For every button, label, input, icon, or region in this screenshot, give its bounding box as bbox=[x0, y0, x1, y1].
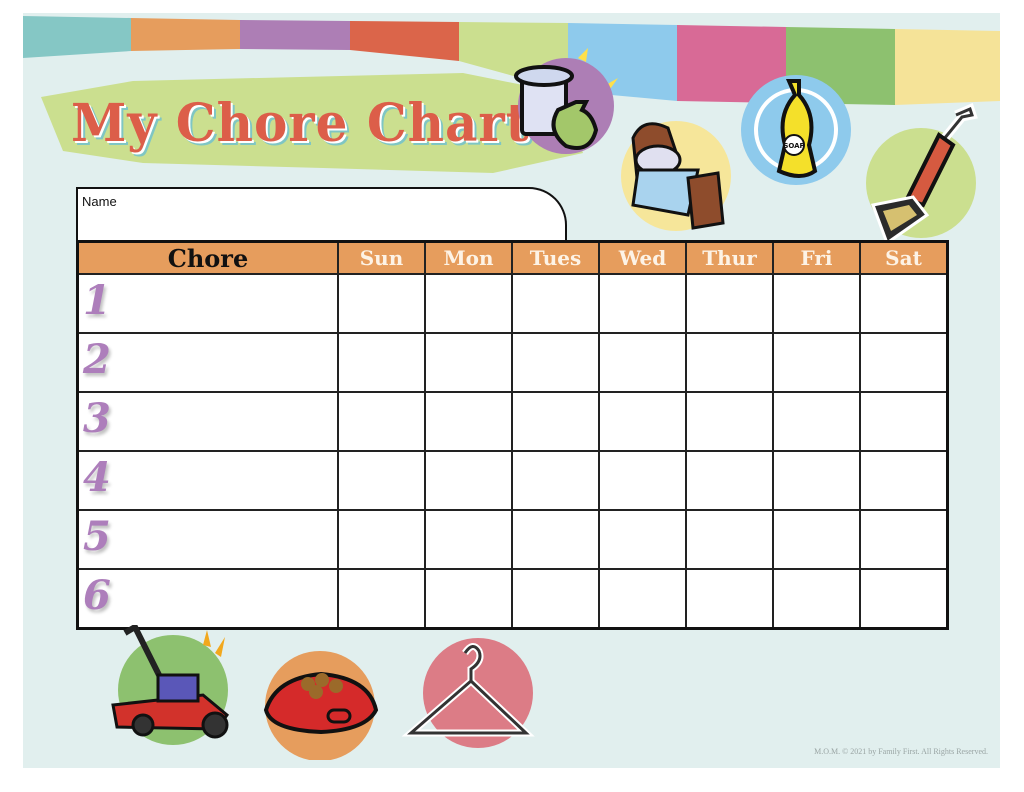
day-header-mon: Mon bbox=[424, 240, 513, 275]
check-cell-sat[interactable] bbox=[859, 509, 949, 570]
check-cell-thur[interactable] bbox=[685, 273, 774, 334]
name-field[interactable]: Name bbox=[76, 187, 567, 243]
pet-food-bowl-icon bbox=[263, 651, 379, 760]
day-header-fri: Fri bbox=[772, 240, 861, 275]
table-header-row: Chore Sun Mon Tues Wed Thur Fri Sat bbox=[76, 240, 949, 275]
row-number: 6 bbox=[83, 572, 111, 619]
check-cell-sat[interactable] bbox=[859, 332, 949, 393]
table-row: 6 bbox=[76, 568, 949, 630]
check-cell-thur[interactable] bbox=[685, 509, 774, 570]
copyright-footer: M.O.M. © 2021 by Family First. All Right… bbox=[814, 747, 988, 756]
check-cell-tues[interactable] bbox=[511, 391, 600, 452]
check-cell-sun[interactable] bbox=[337, 273, 426, 334]
check-cell-thur[interactable] bbox=[685, 332, 774, 393]
chore-cell[interactable]: 1 bbox=[76, 273, 339, 334]
row-number: 5 bbox=[83, 513, 111, 560]
chore-cell[interactable]: 6 bbox=[76, 568, 339, 630]
table-row: 5 bbox=[76, 509, 949, 570]
check-cell-sat[interactable] bbox=[859, 568, 949, 630]
check-cell-fri[interactable] bbox=[772, 332, 861, 393]
check-cell-mon[interactable] bbox=[424, 391, 513, 452]
name-label: Name bbox=[82, 194, 117, 209]
check-cell-sat[interactable] bbox=[859, 450, 949, 511]
check-cell-wed[interactable] bbox=[598, 273, 687, 334]
chore-cell[interactable]: 5 bbox=[76, 509, 339, 570]
check-cell-wed[interactable] bbox=[598, 509, 687, 570]
check-cell-tues[interactable] bbox=[511, 568, 600, 630]
chore-column-header: Chore bbox=[76, 240, 339, 275]
check-cell-thur[interactable] bbox=[685, 568, 774, 630]
row-number: 3 bbox=[83, 395, 111, 442]
row-number: 1 bbox=[83, 277, 111, 324]
page-title: My Chore Chart bbox=[71, 91, 530, 154]
chore-chart-sheet: My Chore Chart SOAP Name Chore Sun Mon T… bbox=[23, 13, 1000, 768]
lawn-mower-icon bbox=[111, 625, 230, 745]
day-header-wed: Wed bbox=[598, 240, 687, 275]
check-cell-sun[interactable] bbox=[337, 450, 426, 511]
check-cell-fri[interactable] bbox=[772, 450, 861, 511]
table-row: 2 bbox=[76, 332, 949, 393]
trash-can-icon bbox=[514, 48, 618, 154]
check-cell-mon[interactable] bbox=[424, 332, 513, 393]
check-cell-mon[interactable] bbox=[424, 509, 513, 570]
check-cell-tues[interactable] bbox=[511, 450, 600, 511]
check-cell-wed[interactable] bbox=[598, 391, 687, 452]
chore-cell[interactable]: 2 bbox=[76, 332, 339, 393]
bed-icon bbox=[621, 121, 731, 231]
check-cell-sat[interactable] bbox=[859, 273, 949, 334]
table-row: 4 bbox=[76, 450, 949, 511]
check-cell-wed[interactable] bbox=[598, 568, 687, 630]
check-cell-fri[interactable] bbox=[772, 509, 861, 570]
check-cell-sat[interactable] bbox=[859, 391, 949, 452]
check-cell-thur[interactable] bbox=[685, 391, 774, 452]
chore-cell[interactable]: 4 bbox=[76, 450, 339, 511]
check-cell-tues[interactable] bbox=[511, 273, 600, 334]
table-row: 3 bbox=[76, 391, 949, 452]
row-number: 4 bbox=[83, 454, 111, 501]
check-cell-sun[interactable] bbox=[337, 391, 426, 452]
check-cell-tues[interactable] bbox=[511, 332, 600, 393]
chore-table: Chore Sun Mon Tues Wed Thur Fri Sat 1 2 3 4… bbox=[76, 240, 949, 630]
table-row: 1 bbox=[76, 273, 949, 334]
check-cell-mon[interactable] bbox=[424, 450, 513, 511]
day-header-sun: Sun bbox=[337, 240, 426, 275]
day-header-sat: Sat bbox=[859, 240, 949, 275]
check-cell-wed[interactable] bbox=[598, 450, 687, 511]
chore-cell[interactable]: 3 bbox=[76, 391, 339, 452]
day-header-tues: Tues bbox=[511, 240, 600, 275]
check-cell-tues[interactable] bbox=[511, 509, 600, 570]
clothes-hanger-icon bbox=[401, 638, 535, 748]
dish-soap-icon: SOAP bbox=[741, 75, 851, 185]
check-cell-mon[interactable] bbox=[424, 273, 513, 334]
check-cell-sun[interactable] bbox=[337, 568, 426, 630]
check-cell-fri[interactable] bbox=[772, 273, 861, 334]
check-cell-mon[interactable] bbox=[424, 568, 513, 630]
soap-label: SOAP bbox=[783, 142, 804, 150]
day-header-thur: Thur bbox=[685, 240, 774, 275]
check-cell-wed[interactable] bbox=[598, 332, 687, 393]
row-number: 2 bbox=[83, 336, 111, 383]
check-cell-sun[interactable] bbox=[337, 509, 426, 570]
vacuum-icon bbox=[866, 103, 978, 243]
check-cell-thur[interactable] bbox=[685, 450, 774, 511]
check-cell-fri[interactable] bbox=[772, 391, 861, 452]
check-cell-sun[interactable] bbox=[337, 332, 426, 393]
check-cell-fri[interactable] bbox=[772, 568, 861, 630]
